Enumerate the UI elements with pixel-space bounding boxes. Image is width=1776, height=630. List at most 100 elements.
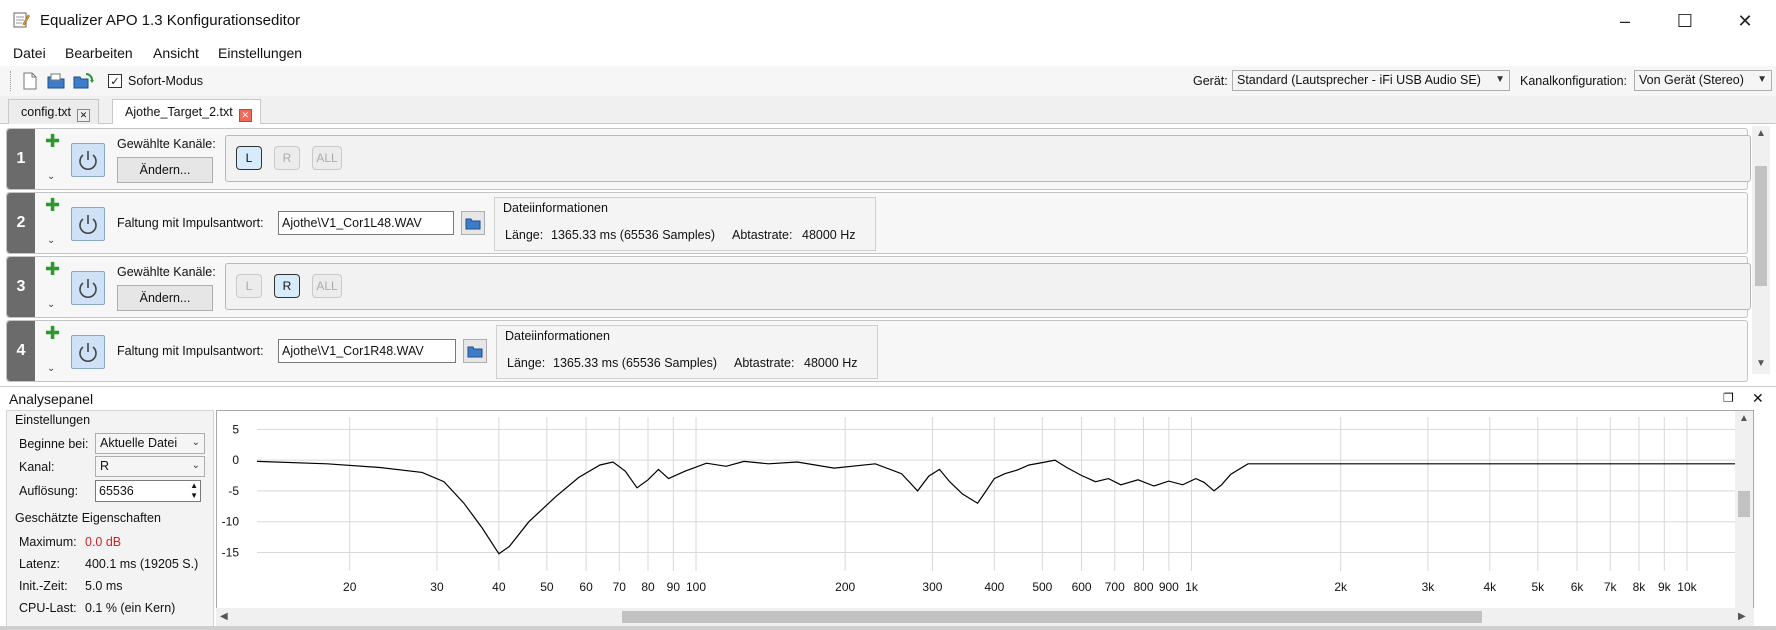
add-filter-icon[interactable]: ✚ [45, 131, 60, 152]
save-file-icon[interactable] [72, 71, 94, 91]
channel-select-value: R [100, 459, 110, 473]
y-tick-label: -10 [222, 515, 240, 529]
open-file-icon[interactable] [46, 71, 66, 91]
y-tick-label: -5 [228, 484, 239, 498]
open-folder-icon[interactable] [461, 211, 485, 235]
chevron-down-icon[interactable]: ⌄ [47, 299, 55, 310]
file-info-box: Dateiinformationen Länge: 1365.33 ms (65… [494, 197, 876, 251]
x-tick-label: 30 [430, 580, 444, 594]
chevron-down-icon[interactable]: ⌄ [47, 363, 55, 374]
x-tick-label: 9k [1658, 580, 1672, 594]
filter-row-4: 4 ✚ ⌄ Faltung mit Impulsantwort: Ajothe\… [6, 320, 1748, 382]
chevron-up-icon[interactable]: ▲ [1756, 128, 1766, 139]
close-window-button[interactable]: ✕ [1716, 0, 1774, 42]
add-filter-icon[interactable]: ✚ [45, 195, 60, 216]
x-tick-label: 3k [1422, 580, 1436, 594]
tab-config[interactable]: config.txt ✕ [8, 99, 100, 124]
channel-all-button[interactable]: ALL [312, 274, 342, 298]
x-tick-label: 80 [641, 580, 655, 594]
device-select[interactable]: Standard (Lautsprecher - iFi USB Audio S… [1232, 70, 1510, 91]
latency-label: Latenz: [19, 557, 61, 571]
new-file-icon[interactable] [20, 71, 40, 91]
add-filter-icon[interactable]: ✚ [45, 323, 60, 344]
file-info-title: Dateiinformationen [505, 329, 610, 343]
file-info-box: Dateiinformationen Länge: 1365.33 ms (65… [496, 325, 878, 379]
y-tick-label: 5 [232, 422, 239, 436]
instant-mode-label: Sofort-Modus [128, 74, 204, 88]
impulse-file-input[interactable]: Ajothe\V1_Cor1R48.WAV [278, 339, 456, 363]
x-tick-label: 5k [1531, 580, 1545, 594]
chevron-left-icon[interactable]: ◀ [220, 611, 228, 622]
channel-r-button[interactable]: R [274, 146, 300, 170]
latency-value: 400.1 ms (19205 S.) [85, 557, 199, 571]
chevron-down-icon[interactable]: ⌄ [47, 235, 55, 246]
frequency-response-graph[interactable]: 20 30 40 50 60 70 80 90 100 200 300 400 500 600 700 800… [216, 410, 1754, 610]
power-icon[interactable] [71, 143, 105, 177]
x-tick-label: 200 [835, 580, 855, 594]
tab-ajothe-target[interactable]: Ajothe_Target_2.txt ✕ [112, 99, 261, 125]
power-icon[interactable] [71, 335, 105, 369]
chevron-down-icon[interactable]: ⌄ [47, 171, 55, 182]
minimize-button[interactable]: – [1596, 0, 1654, 42]
scrollbar-thumb[interactable] [622, 611, 1482, 623]
device-select-value: Standard (Lautsprecher - iFi USB Audio S… [1237, 73, 1481, 87]
title-bar: Equalizer APO 1.3 Konfigurationseditor –… [0, 0, 1776, 42]
filter-scrollbar[interactable]: ▲ ▼ [1752, 126, 1770, 374]
open-folder-icon[interactable] [463, 339, 487, 363]
length-value: 1365.33 ms (65536 Samples) [551, 228, 715, 242]
chevron-up-icon[interactable]: ▲ [1739, 413, 1749, 424]
window-bottom-edge [0, 626, 1776, 630]
graph-vscrollbar[interactable]: ▲ [1735, 411, 1753, 609]
close-icon[interactable]: ✕ [77, 109, 91, 122]
analysis-panel-header: Analysepanel ❐ ✕ [0, 386, 1776, 410]
filter-list: 1 ✚ ⌄ Gewählte Kanäle: Ändern... L R ALL… [0, 124, 1776, 382]
max-label: Maximum: [19, 535, 77, 549]
resolution-spinbox[interactable]: 65536 ▲ ▼ [95, 480, 201, 502]
add-filter-icon[interactable]: ✚ [45, 259, 60, 280]
menu-bearbeiten[interactable]: Bearbeiten [65, 45, 133, 61]
undock-icon[interactable]: ❐ [1723, 391, 1734, 405]
power-icon[interactable] [71, 271, 105, 305]
channel-l-button[interactable]: L [236, 274, 262, 298]
channel-all-button[interactable]: ALL [312, 146, 342, 170]
instant-mode-checkbox[interactable]: ✓ [108, 74, 122, 88]
x-tick-label: 1k [1185, 580, 1199, 594]
close-icon[interactable]: ✕ [238, 109, 252, 122]
scrollbar-thumb[interactable] [1755, 166, 1767, 286]
menu-ansicht[interactable]: Ansicht [153, 45, 199, 61]
maximize-button[interactable]: ☐ [1656, 0, 1714, 42]
settings-group-title: Einstellungen [15, 413, 91, 427]
sample-rate-value: 48000 Hz [804, 356, 858, 370]
power-icon[interactable] [71, 207, 105, 241]
chevron-right-icon[interactable]: ▶ [1738, 611, 1746, 622]
x-tick-label: 40 [492, 580, 506, 594]
start-select[interactable]: Aktuelle Datei ⌄ [95, 433, 205, 454]
channel-select[interactable]: R ⌄ [95, 456, 205, 477]
channel-l-button[interactable]: L [236, 146, 262, 170]
app-notepad-icon [12, 11, 30, 29]
x-tick-label: 60 [579, 580, 593, 594]
menu-einstellungen[interactable]: Einstellungen [218, 45, 302, 61]
scrollbar-thumb[interactable] [1738, 491, 1750, 517]
change-channels-button[interactable]: Ändern... [117, 157, 213, 183]
x-tick-label: 100 [686, 580, 706, 594]
change-channels-button[interactable]: Ändern... [117, 285, 213, 311]
x-tick-label: 10k [1677, 580, 1697, 594]
filter-row-2: 2 ✚ ⌄ Faltung mit Impulsantwort: Ajothe\… [6, 192, 1748, 254]
file-info-title: Dateiinformationen [503, 201, 608, 215]
close-panel-icon[interactable]: ✕ [1752, 390, 1764, 407]
x-tick-label: 2k [1334, 580, 1348, 594]
window-title: Equalizer APO 1.3 Konfigurationseditor [40, 12, 301, 29]
channel-r-button[interactable]: R [274, 274, 300, 298]
menu-datei[interactable]: Datei [13, 45, 46, 61]
graph-hscrollbar[interactable]: ◀ ▶ [216, 608, 1754, 626]
x-tick-label: 90 [667, 580, 681, 594]
channel-config-value: Von Gerät (Stereo) [1639, 73, 1744, 87]
channels-label: Gewählte Kanäle: [117, 265, 216, 279]
channel-config-select[interactable]: Von Gerät (Stereo) ▼ [1634, 70, 1772, 91]
chevron-down-icon[interactable]: ▼ [1756, 358, 1766, 369]
channels-label: Gewählte Kanäle: [117, 137, 216, 151]
impulse-file-input[interactable]: Ajothe\V1_Cor1L48.WAV [278, 211, 454, 235]
chevron-down-icon: ⌄ [191, 437, 200, 448]
spin-arrows-icon[interactable]: ▲ ▼ [190, 481, 198, 501]
